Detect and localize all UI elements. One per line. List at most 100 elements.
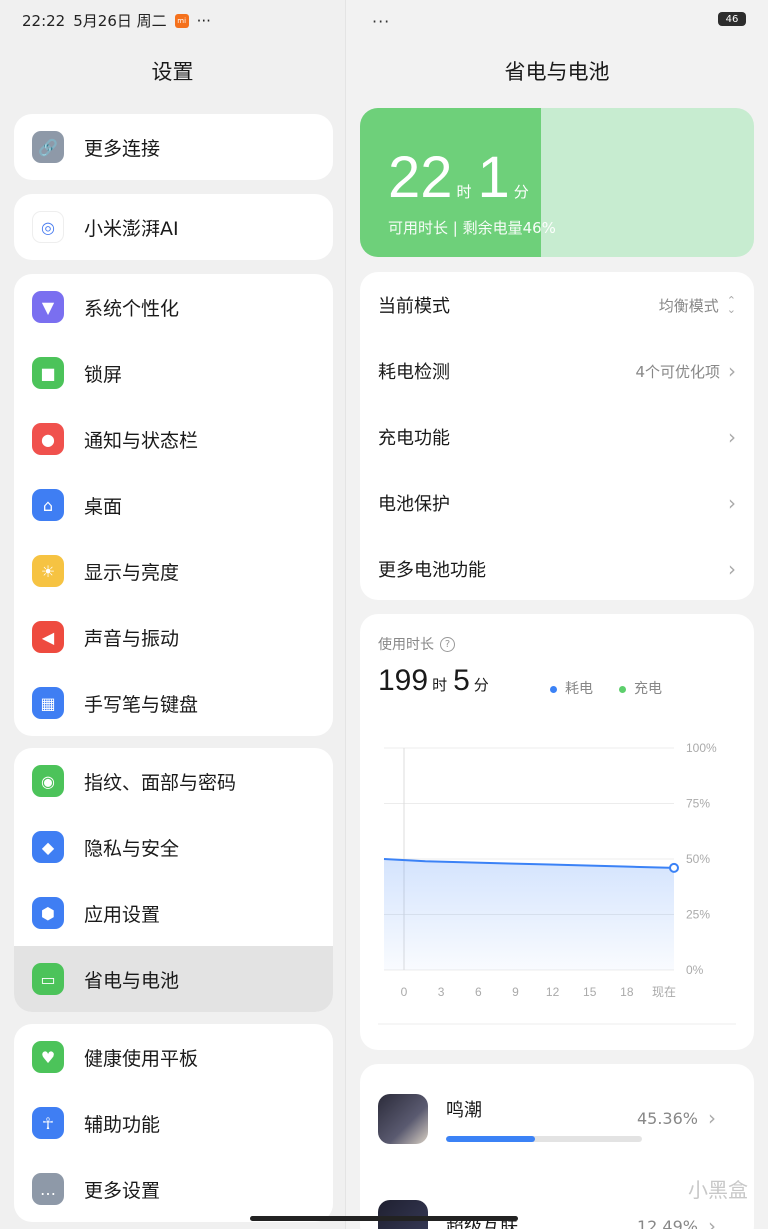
settings-group: ◉ 指纹、面部与密码 ◆ 隐私与安全 ⬢ 应用设置 ▭ 省电与电池 xyxy=(14,748,333,1012)
status-bar: 22:22 5月26日 周二 mi ··· xyxy=(22,10,211,31)
sidebar-item[interactable]: ◎ 小米澎湃AI xyxy=(14,194,333,260)
sidebar-item[interactable]: ◀ 声音与振动 xyxy=(14,604,333,670)
speaker-icon: ◀ xyxy=(32,621,64,653)
sidebar-item-label: 声音与振动 xyxy=(84,627,180,650)
sidebar-item[interactable]: ◆ 隐私与安全 xyxy=(14,814,333,880)
sidebar-item-label: 省电与电池 xyxy=(84,969,180,992)
sidebar-item[interactable]: ▭ 省电与电池 xyxy=(14,946,333,1012)
sidebar-item-label: 健康使用平板 xyxy=(84,1047,199,1070)
settings-row[interactable]: 充电功能 › xyxy=(360,404,754,470)
accessibility-icon: ☥ xyxy=(32,1107,64,1139)
sidebar-item[interactable]: ■ 锁屏 xyxy=(14,340,333,406)
sidebar-item[interactable]: ☥ 辅助功能 xyxy=(14,1090,333,1156)
sidebar-item-label: 小米澎湃AI xyxy=(84,217,179,240)
row-value: 4个可优化项 xyxy=(635,362,720,381)
super-connect-app-icon xyxy=(378,1200,428,1229)
y-tick-label: 0% xyxy=(686,963,704,977)
expand-icon: ⌃ ⌄ xyxy=(726,294,736,316)
sidebar-item[interactable]: 🔗 更多连接 xyxy=(14,114,333,180)
mi-notification-icon: mi xyxy=(174,13,189,28)
battery-pane: 省电与电池 22 时 1 分 可用时长 | 剩余电量46% 当前模式 均衡模式 ⌃ ⌄ 耗电检… xyxy=(346,0,768,1229)
battery-icon: ▭ xyxy=(32,963,64,995)
sidebar-item[interactable]: ⌂ 桌面 xyxy=(14,472,333,538)
status-time: 22:22 xyxy=(22,11,66,30)
x-tick-label: 6 xyxy=(475,985,482,999)
sidebar-item[interactable]: ▦ 手写笔与键盘 xyxy=(14,670,333,736)
brush-icon: ▼ xyxy=(32,291,64,323)
y-tick-label: 50% xyxy=(686,852,710,866)
settings-row[interactable]: 耗电检测 4个可优化项 › xyxy=(360,338,754,404)
x-tick-label: 15 xyxy=(583,985,597,999)
app-usage-card: 鸣潮 45.36% › 超级互联 12.49% › xyxy=(360,1064,754,1229)
lock-icon: ■ xyxy=(32,357,64,389)
app-settings-icon: ⬢ xyxy=(32,897,64,929)
app-usage-bar xyxy=(446,1136,642,1142)
notification-icon: ● xyxy=(32,423,64,455)
app-row[interactable]: 鸣潮 45.36% › xyxy=(378,1094,736,1144)
sidebar-item-label: 隐私与安全 xyxy=(84,837,180,860)
row-label: 充电功能 xyxy=(378,428,450,449)
x-tick-label: 18 xyxy=(620,985,634,999)
drain-area xyxy=(384,859,674,970)
fingerprint-icon: ◉ xyxy=(32,765,64,797)
sidebar-item[interactable]: ⬢ 应用设置 xyxy=(14,880,333,946)
sidebar-item-label: 更多连接 xyxy=(84,137,161,160)
chevron-right-icon: › xyxy=(728,557,736,581)
sidebar-item-label: 应用设置 xyxy=(84,903,161,926)
chevron-right-icon: › xyxy=(728,491,736,515)
sidebar-item[interactable]: ◉ 指纹、面部与密码 xyxy=(14,748,333,814)
sidebar-item-label: 辅助功能 xyxy=(84,1113,161,1136)
sidebar-item-label: 锁屏 xyxy=(84,363,123,386)
sidebar-item-label: 显示与亮度 xyxy=(84,561,180,584)
battery-status-icon: 46 xyxy=(718,12,746,26)
chevron-right-icon: › xyxy=(708,1214,716,1229)
battery-hour-unit: 时 xyxy=(456,183,472,201)
sidebar-item[interactable]: ● 通知与状态栏 xyxy=(14,406,333,472)
battery-options-card: 当前模式 均衡模式 ⌃ ⌄ 耗电检测 4个可优化项 › 充电功能 › 电池保护 › 更多电池功能 › xyxy=(360,272,754,600)
sidebar-item[interactable]: ▼ 系统个性化 xyxy=(14,274,333,340)
sidebar-item-label: 桌面 xyxy=(84,495,123,518)
sidebar-title: 设置 xyxy=(151,60,194,84)
battery-chart: 100% 75% 50% 25% 0% 0 3 6 9 12 15 18 现在 xyxy=(378,741,736,1025)
x-tick-label: 9 xyxy=(512,985,519,999)
status-more-icon: ··· xyxy=(196,11,211,30)
app-row[interactable]: 超级互联 12.49% › xyxy=(378,1200,736,1229)
sidebar-item-label: 通知与状态栏 xyxy=(84,429,199,452)
health-icon: ♥ xyxy=(32,1041,64,1073)
sidebar-item[interactable]: ♥ 健康使用平板 xyxy=(14,1024,333,1090)
link-icon: 🔗 xyxy=(32,131,64,163)
settings-row[interactable]: 更多电池功能 › xyxy=(360,536,754,602)
page-title: 省电与电池 xyxy=(504,60,610,84)
settings-sidebar: 22:22 5月26日 周二 mi ··· 设置 🔗 更多连接 ◎ 小米澎湃AI ▼ 系统… xyxy=(0,0,346,1229)
sidebar-item-label: 手写笔与键盘 xyxy=(84,693,199,716)
status-date: 5月26日 周二 xyxy=(73,12,167,30)
x-tick-label: 0 xyxy=(401,985,408,999)
current-level-point xyxy=(669,862,679,873)
battery-hours: 22 xyxy=(388,145,453,210)
sidebar-item[interactable]: … 更多设置 xyxy=(14,1156,333,1222)
sidebar-item-label: 更多设置 xyxy=(84,1179,161,1202)
settings-group: ◎ 小米澎湃AI xyxy=(14,194,333,260)
row-label: 电池保护 xyxy=(378,494,450,515)
x-tick-label: 现在 xyxy=(652,985,676,999)
settings-row[interactable]: 当前模式 均衡模式 ⌃ ⌄ xyxy=(360,272,754,338)
sun-icon: ☀ xyxy=(32,555,64,587)
home-indicator[interactable] xyxy=(250,1216,518,1221)
privacy-icon: ◆ xyxy=(32,831,64,863)
battery-level-card: 22 时 1 分 可用时长 | 剩余电量46% xyxy=(360,108,754,257)
sidebar-item[interactable]: ☀ 显示与亮度 xyxy=(14,538,333,604)
chevron-right-icon: › xyxy=(728,359,736,383)
app-percent: 45.36% xyxy=(636,1108,698,1128)
settings-row[interactable]: 电池保护 › xyxy=(360,470,754,536)
row-label: 当前模式 xyxy=(378,296,450,317)
multitask-dots-icon[interactable]: ··· xyxy=(372,12,390,31)
ai-swirl-icon: ◎ xyxy=(32,211,64,243)
more-icon: … xyxy=(32,1173,64,1205)
watermark: 小黑盒 xyxy=(688,1178,748,1202)
battery-subtitle: 可用时长 | 剩余电量46% xyxy=(388,219,556,237)
settings-group: ▼ 系统个性化 ■ 锁屏 ● 通知与状态栏 ⌂ 桌面 ☀ 显示与亮度 ◀ 声音与振动 ▦ 手写笔与键盘 xyxy=(14,274,333,736)
y-tick-label: 75% xyxy=(686,797,710,811)
wuthering-waves-app-icon xyxy=(378,1094,428,1144)
x-tick-label: 12 xyxy=(546,985,560,999)
chevron-right-icon: › xyxy=(708,1106,716,1130)
